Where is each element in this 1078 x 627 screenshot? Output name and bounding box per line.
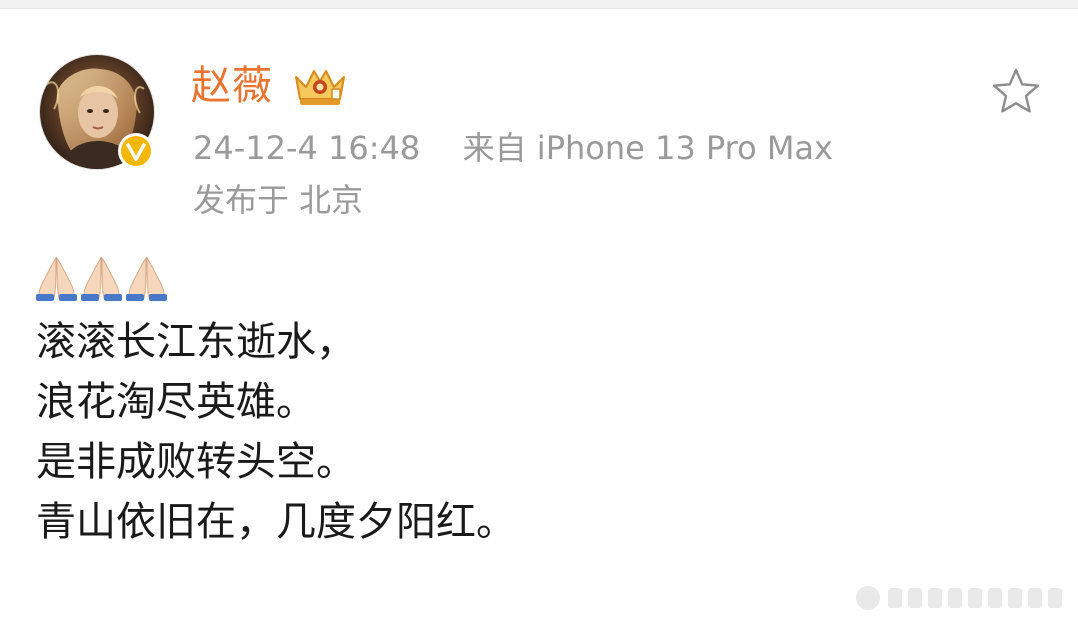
post-line: 浪花淘尽英雄。 bbox=[36, 379, 316, 425]
watermark-icon bbox=[856, 586, 1062, 610]
crown-badge-icon bbox=[295, 70, 345, 105]
praying-hands-icon bbox=[81, 256, 122, 301]
post-body: 滚滚长江东逝水， 浪花淘尽英雄。 是非成败转头空。 青山依旧在，几度夕阳红。 bbox=[36, 312, 516, 552]
post-meta: 24-12-4 16:48 来自 iPhone 13 Pro Max bbox=[193, 128, 833, 168]
top-divider bbox=[0, 0, 1078, 9]
praying-hands-icon bbox=[36, 256, 77, 301]
star-outline-icon[interactable] bbox=[990, 66, 1042, 116]
author-name[interactable]: 赵薇 bbox=[191, 58, 273, 114]
post-location: 发布于 北京 bbox=[193, 181, 364, 219]
post-timestamp: 24-12-4 16:48 bbox=[193, 129, 421, 167]
post-line: 青山依旧在，几度夕阳红。 bbox=[36, 499, 516, 545]
author-avatar[interactable] bbox=[39, 54, 155, 170]
emoji-row bbox=[34, 254, 169, 302]
post-line: 是非成败转头空。 bbox=[36, 439, 356, 485]
post-line: 滚滚长江东逝水， bbox=[36, 319, 356, 365]
post-source: 来自 iPhone 13 Pro Max bbox=[462, 129, 833, 167]
praying-hands-icon bbox=[126, 256, 167, 301]
verified-v-icon bbox=[118, 133, 154, 169]
